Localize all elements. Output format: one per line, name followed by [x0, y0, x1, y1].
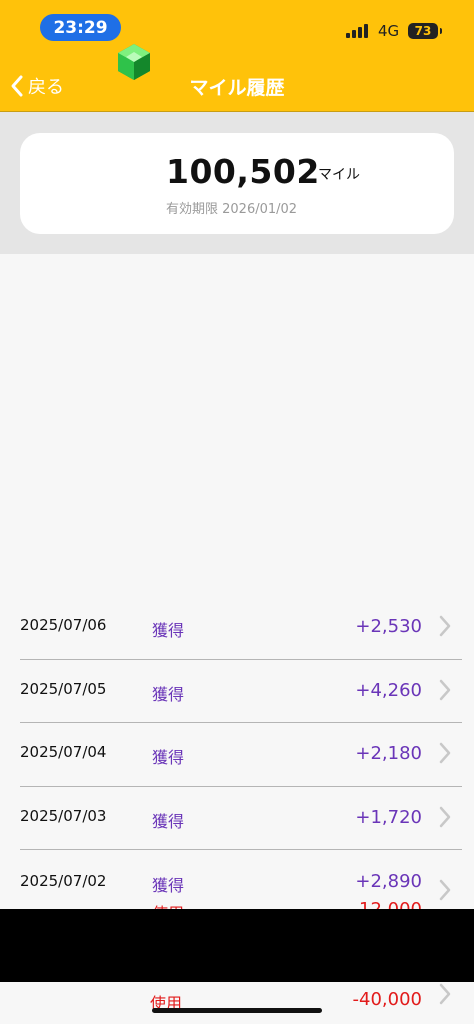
history-row[interactable]: 2025/07/06 獲得 +2,530 [0, 596, 474, 660]
redaction-bar [0, 909, 474, 982]
history-date: 2025/07/03 [20, 806, 107, 825]
history-value: +2,530 [355, 616, 422, 637]
history-type: 獲得 [152, 621, 185, 640]
history-row[interactable]: 2025/07/03 獲得 +1,720 [0, 787, 474, 850]
history-value: +4,260 [355, 679, 422, 701]
nav-bar: 戻る マイル履歴 [0, 62, 474, 112]
chevron-right-icon [439, 615, 451, 637]
home-indicator [152, 1008, 322, 1013]
history-row[interactable]: 使用 -40,000 [0, 982, 474, 1024]
expiry-date: 有効期限 2026/01/02 [166, 202, 298, 217]
history-row[interactable]: 2025/07/05 獲得 +4,260 [0, 660, 474, 723]
mileage-unit: マイル [318, 167, 360, 183]
history-type: 獲得 [152, 811, 185, 831]
history-date: 2025/07/05 [20, 679, 107, 698]
battery-icon: 73 [408, 23, 442, 39]
status-bar: 23:29 4G 73 [0, 0, 474, 62]
history-type: 獲得 [152, 748, 185, 767]
chevron-right-icon [439, 879, 451, 901]
chevron-right-icon [439, 742, 451, 764]
chevron-right-icon [439, 806, 451, 827]
history-value: +2,890 [355, 871, 422, 892]
history-row[interactable]: 2025/07/04 獲得 +2,180 [0, 723, 474, 787]
gem-icon [118, 44, 150, 80]
history-date: 2025/07/06 [20, 616, 107, 634]
network-type: 4G [378, 22, 400, 40]
chevron-right-icon [439, 983, 451, 1005]
page-title: マイル履歴 [189, 77, 285, 99]
chevron-right-icon [439, 679, 451, 700]
history-value: -40,000 [352, 989, 422, 1010]
history-type: 獲得 [152, 684, 185, 704]
history-value: +2,180 [355, 743, 422, 764]
status-time: 23:29 [40, 14, 121, 41]
signal-icon [346, 24, 368, 38]
history-date: 2025/07/04 [20, 743, 107, 761]
history-entry: 獲得 +2,890 [0, 871, 474, 898]
history-type: 獲得 [152, 876, 185, 895]
mileage-amount: 100,502 [166, 152, 320, 191]
history-value: +1,720 [355, 806, 422, 828]
